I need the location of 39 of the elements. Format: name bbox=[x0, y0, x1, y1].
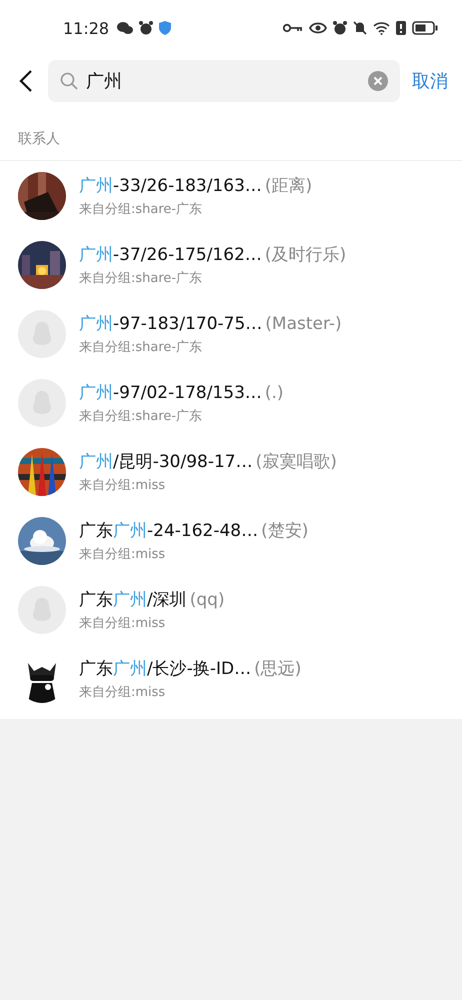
contact-remark: (及时行乐) bbox=[264, 244, 346, 266]
contact-group: 来自分组:share-广东 bbox=[79, 406, 202, 424]
contact-group: 来自分组:share-广东 bbox=[79, 268, 202, 286]
default-avatar-icon bbox=[18, 310, 66, 358]
default-avatar-icon bbox=[18, 586, 66, 634]
contact-remark: (思远) bbox=[254, 658, 302, 680]
contact-name: 广州-37/26-175/162… bbox=[79, 244, 262, 266]
contact-remark: (寂寞唱歌) bbox=[256, 450, 337, 472]
alert-icon bbox=[396, 21, 406, 35]
contact-name: 广州-33/26-183/163… bbox=[79, 174, 262, 196]
section-title: 联系人 bbox=[18, 130, 60, 148]
battery-icon bbox=[412, 21, 438, 35]
contact-remark: (楚安) bbox=[261, 520, 308, 542]
contact-remark: (Master-) bbox=[265, 314, 342, 334]
eye-icon bbox=[309, 22, 327, 34]
contact-name: 广州-97/02-178/153… bbox=[79, 382, 262, 404]
contact-name: 广东广州/长沙-换-ID… bbox=[79, 658, 252, 680]
status-time: 11:28 bbox=[63, 18, 110, 38]
contact-remark: (.) bbox=[264, 382, 284, 402]
contact-group: 来自分组:share-广东 bbox=[79, 200, 202, 218]
contact-group: 来自分组:miss bbox=[79, 476, 166, 494]
contact-group: 来自分组:miss bbox=[79, 682, 166, 700]
shield-icon bbox=[159, 21, 172, 35]
search-field[interactable]: 广州 bbox=[48, 60, 400, 102]
contact-name: 广东广州-24-162-48… bbox=[79, 520, 258, 542]
contact-name: 广州/昆明-30/98-17… bbox=[79, 450, 253, 472]
default-avatar-icon bbox=[18, 378, 66, 426]
key-icon bbox=[283, 23, 303, 33]
contact-group: 来自分组:miss bbox=[79, 544, 166, 562]
contact-name: 广州-97-183/170-75… bbox=[79, 312, 262, 334]
cancel-button[interactable]: 取消 bbox=[412, 69, 448, 93]
contact-group: 来自分组:miss bbox=[79, 614, 166, 632]
search-icon bbox=[60, 72, 78, 90]
clear-icon[interactable] bbox=[368, 71, 388, 91]
contact-remark: (qq) bbox=[190, 590, 225, 610]
contact-name: 广东广州/深圳 bbox=[79, 588, 187, 610]
wifi-icon bbox=[373, 21, 390, 35]
contact-group: 来自分组:share-广东 bbox=[79, 338, 202, 356]
contact-remark: (距离) bbox=[264, 174, 312, 196]
